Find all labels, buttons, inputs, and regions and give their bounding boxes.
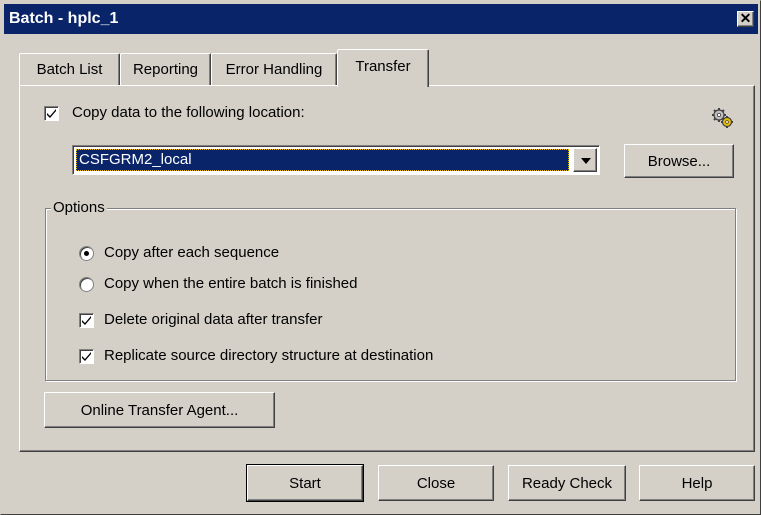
batch-window: Batch - hplc_1 ✕ Batch List Reporting Er… xyxy=(0,0,761,515)
options-group: Options Copy after each sequence Copy wh… xyxy=(45,199,736,381)
delete-original-label: Delete original data after transfer xyxy=(104,311,323,328)
close-label: Close xyxy=(416,474,456,492)
close-window-button[interactable]: ✕ xyxy=(737,11,754,27)
copy-data-label: Copy data to the following location: xyxy=(72,104,305,121)
tab-batch-list[interactable]: Batch List xyxy=(19,53,120,85)
copy-when-finished-radio[interactable] xyxy=(79,277,94,292)
online-transfer-agent-label: Online Transfer Agent... xyxy=(80,401,239,419)
title-bar[interactable]: Batch - hplc_1 ✕ xyxy=(4,4,758,34)
copy-after-each-label: Copy after each sequence xyxy=(104,244,280,261)
start-label: Start xyxy=(289,474,321,492)
online-transfer-agent-button[interactable]: Online Transfer Agent... xyxy=(44,392,275,428)
delete-original-checkbox[interactable] xyxy=(79,313,94,328)
checkmark-icon xyxy=(82,352,91,361)
location-dropdown[interactable]: CSFGRM2_local xyxy=(72,145,600,175)
radio-selected-dot xyxy=(84,251,89,256)
copy-data-checkbox[interactable] xyxy=(44,106,59,121)
replicate-structure-label: Replicate source directory structure at … xyxy=(104,347,434,364)
ready-check-button[interactable]: Ready Check xyxy=(508,465,626,501)
ready-check-label: Ready Check xyxy=(521,474,613,492)
checkmark-icon xyxy=(47,109,56,118)
window-title: Batch - hplc_1 xyxy=(9,10,119,27)
browse-label: Browse... xyxy=(647,152,711,170)
chevron-down-icon xyxy=(581,158,591,164)
browse-button[interactable]: Browse... xyxy=(624,144,734,178)
tab-reporting[interactable]: Reporting xyxy=(120,53,211,85)
location-value: CSFGRM2_local xyxy=(76,149,569,171)
checkmark-icon xyxy=(82,316,91,325)
copy-when-finished-label: Copy when the entire batch is finished xyxy=(104,275,358,292)
start-button[interactable]: Start xyxy=(246,464,364,502)
tab-error-handling[interactable]: Error Handling xyxy=(211,53,337,85)
close-button[interactable]: Close xyxy=(378,465,494,501)
replicate-structure-checkbox[interactable] xyxy=(79,349,94,364)
dropdown-arrow-button[interactable] xyxy=(573,148,597,172)
copy-after-each-radio[interactable] xyxy=(79,246,94,261)
tab-label: Transfer xyxy=(355,58,411,75)
help-label: Help xyxy=(681,474,713,492)
tab-label: Error Handling xyxy=(225,61,323,78)
close-icon: ✕ xyxy=(739,10,752,26)
tab-label: Reporting xyxy=(132,61,199,78)
gears-icon[interactable] xyxy=(710,106,736,134)
options-title: Options xyxy=(51,199,107,216)
tab-transfer[interactable]: Transfer xyxy=(337,49,429,87)
transfer-panel: Copy data to the following location: CSF… xyxy=(19,85,755,452)
help-button[interactable]: Help xyxy=(639,465,755,501)
tab-label: Batch List xyxy=(36,61,103,78)
